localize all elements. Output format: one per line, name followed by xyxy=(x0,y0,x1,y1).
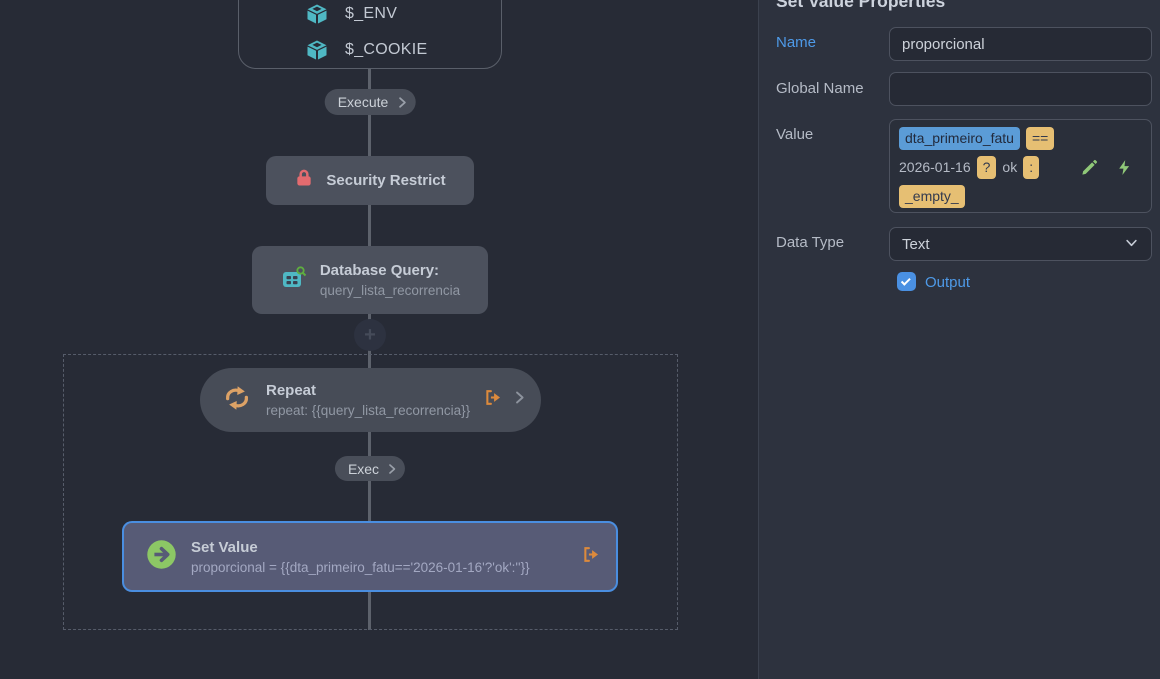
node-database-query[interactable]: Database Query: query_lista_recorrencia xyxy=(252,246,488,314)
node-title: Repeat xyxy=(266,382,469,399)
global-variable-env[interactable]: $_ENV xyxy=(239,1,501,27)
edit-pencil-icon[interactable] xyxy=(1080,158,1099,177)
value-token-list: dta_primeiro_fatu == 2026-01-16 ? ok : _… xyxy=(899,127,1085,208)
chevron-down-icon xyxy=(1124,235,1139,254)
exit-loop-icon[interactable] xyxy=(483,388,502,412)
token-literal[interactable]: ok xyxy=(1002,156,1017,179)
node-title: Security Restrict xyxy=(326,172,445,189)
data-type-value: Text xyxy=(902,236,930,253)
token-operator[interactable]: : xyxy=(1023,156,1039,179)
global-variable-cookie[interactable]: $_COOKIE xyxy=(239,37,501,63)
output-checkbox[interactable] xyxy=(897,272,916,291)
token-operator[interactable]: == xyxy=(1026,127,1054,150)
token-operator[interactable]: ? xyxy=(977,156,997,179)
lock-icon xyxy=(294,168,314,193)
cube-icon xyxy=(305,2,329,26)
node-set-value[interactable]: Set Value proporcional = {{dta_primeiro_… xyxy=(122,521,618,592)
arrow-circle-right-icon xyxy=(146,539,177,575)
value-expression-box[interactable]: dta_primeiro_fatu == 2026-01-16 ? ok : _… xyxy=(889,119,1152,213)
token-literal[interactable]: 2026-01-16 xyxy=(899,156,971,179)
database-query-icon xyxy=(280,264,308,297)
macro-lightning-icon[interactable] xyxy=(1116,158,1133,177)
node-subtitle: repeat: {{query_lista_recorrencia}} xyxy=(266,403,469,418)
check-icon xyxy=(901,276,911,286)
add-node-button[interactable]: + xyxy=(354,319,386,351)
name-input[interactable] xyxy=(889,27,1152,61)
node-title: Set Value xyxy=(191,539,567,556)
exit-loop-icon[interactable] xyxy=(581,545,600,569)
exec-connector-label: Exec xyxy=(348,461,379,477)
token-variable[interactable]: dta_primeiro_fatu xyxy=(899,127,1020,150)
data-type-select[interactable]: Text xyxy=(889,227,1152,261)
global-name-input[interactable] xyxy=(889,72,1152,106)
cube-icon xyxy=(305,38,329,62)
panel-title: Set Value Properties xyxy=(776,0,945,12)
output-checkbox-label[interactable]: Output xyxy=(925,274,970,291)
node-title: Database Query: xyxy=(320,262,460,279)
data-type-label: Data Type xyxy=(776,234,844,251)
repeat-icon xyxy=(222,383,252,418)
exec-connector-button[interactable]: Exec xyxy=(335,456,405,481)
global-name-label: Global Name xyxy=(776,80,864,97)
properties-panel: Set Value Properties Name Global Name Va… xyxy=(758,0,1160,679)
global-variable-label: $_COOKIE xyxy=(345,41,427,59)
global-variable-label: $_ENV xyxy=(345,5,397,23)
value-label: Value xyxy=(776,126,813,143)
chevron-right-icon xyxy=(386,463,398,475)
name-label: Name xyxy=(776,34,816,51)
node-subtitle: query_lista_recorrencia xyxy=(320,283,460,298)
chevron-right-icon[interactable] xyxy=(512,390,527,410)
globals-variables-box[interactable]: $_ENV $_COOKIE xyxy=(238,0,502,69)
flow-canvas[interactable]: + $_ENV $_C xyxy=(0,0,758,679)
node-repeat[interactable]: Repeat repeat: {{query_lista_recorrencia… xyxy=(200,368,541,432)
execute-connector-button[interactable]: Execute xyxy=(325,89,416,115)
node-subtitle: proporcional = {{dta_primeiro_fatu=='202… xyxy=(191,560,567,575)
chevron-right-icon xyxy=(395,96,408,109)
node-security-restrict[interactable]: Security Restrict xyxy=(266,156,474,205)
token-empty[interactable]: _empty_ xyxy=(899,185,965,208)
execute-connector-label: Execute xyxy=(338,94,389,110)
